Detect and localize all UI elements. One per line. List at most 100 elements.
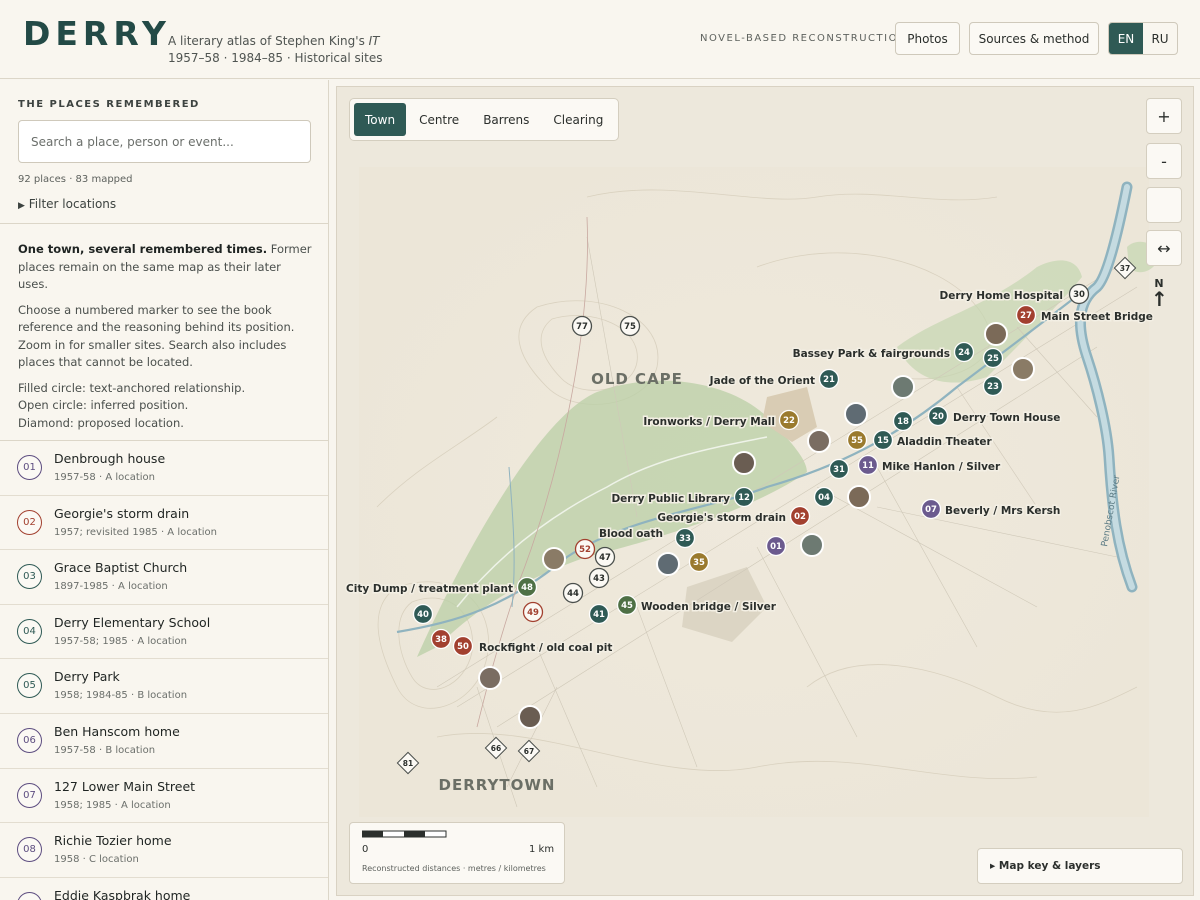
photo-thumbnail[interactable] (891, 375, 915, 399)
map-marker-49[interactable]: 49 (522, 601, 544, 623)
tab-town[interactable]: Town (354, 103, 407, 136)
map-marker-04[interactable]: 04 (813, 486, 835, 508)
photos-button[interactable]: Photos (895, 22, 960, 55)
marker-number: 38 (435, 635, 447, 645)
list-item[interactable]: 06 Ben Hanscom home 1957-58 · B location (0, 714, 328, 769)
map-marker-50[interactable]: 50 (452, 635, 474, 657)
map-marker-18[interactable]: 18 (892, 410, 914, 432)
place-label-townhouse[interactable]: Derry Town House (953, 412, 1060, 424)
photo-thumbnail[interactable] (800, 533, 824, 557)
lang-en-button[interactable]: EN (1109, 23, 1143, 54)
map-marker-25[interactable]: 25 (982, 347, 1004, 369)
map-marker-01[interactable]: 01 (765, 535, 787, 557)
map-marker-31[interactable]: 31 (828, 458, 850, 480)
sources-button[interactable]: Sources & method (969, 22, 1099, 55)
marker-number: 07 (925, 505, 937, 515)
map-marker-47[interactable]: 47 (594, 546, 616, 568)
map-marker-41[interactable]: 41 (588, 603, 610, 625)
photo-thumbnail[interactable] (984, 322, 1008, 346)
search-input[interactable] (18, 120, 311, 163)
tab-barrens[interactable]: Barrens (472, 103, 540, 136)
map-marker-40[interactable]: 40 (412, 603, 434, 625)
list-item[interactable]: Eddie Kaspbrak home (0, 878, 328, 900)
map-marker-43[interactable]: 43 (588, 567, 610, 589)
photo-thumbnail[interactable] (844, 402, 868, 426)
fit-extent-button[interactable]: ↔ (1146, 230, 1182, 266)
map-marker-45[interactable]: 45 (616, 594, 638, 616)
place-label-hanlon[interactable]: Mike Hanlon / Silver (882, 461, 1001, 473)
map-marker-52[interactable]: 52 (574, 538, 596, 560)
photo-thumbnail[interactable] (518, 705, 542, 729)
map-marker-11[interactable]: 11 (857, 454, 879, 476)
place-label-rockfight[interactable]: Rockfight / old coal pit (479, 642, 612, 654)
photo-thumbnail[interactable] (542, 547, 566, 571)
marker-number: 44 (567, 589, 579, 599)
map-marker-22[interactable]: 22 (778, 409, 800, 431)
list-item[interactable]: 03 Grace Baptist Church 1897-1985 · A loca… (0, 550, 328, 605)
map-marker-55[interactable]: 55 (846, 429, 868, 451)
place-label-bassey[interactable]: Bassey Park & fairgrounds (793, 348, 950, 360)
map-marker-20[interactable]: 20 (927, 405, 949, 427)
tab-centre[interactable]: Centre (408, 103, 470, 136)
map-marker-30[interactable]: 30 (1068, 283, 1090, 305)
photo-thumbnail[interactable] (478, 666, 502, 690)
map-marker-44[interactable]: 44 (562, 582, 584, 604)
place-label-beverly[interactable]: Beverly / Mrs Kersh (945, 505, 1060, 517)
place-label-hospital[interactable]: Derry Home Hospital (940, 290, 1063, 302)
zoom-in-button[interactable]: + (1146, 98, 1182, 134)
marker-number: 30 (1073, 290, 1085, 300)
app-tagline: A literary atlas of Stephen King's IT 19… (168, 33, 382, 67)
photo-thumbnail[interactable] (847, 485, 871, 509)
place-label-oath[interactable]: Blood oath (599, 528, 663, 540)
list-item[interactable]: 08 Richie Tozier home 1958 · C location (0, 823, 328, 878)
scale-km: 1 km (529, 844, 555, 855)
blank-button[interactable] (1146, 187, 1182, 223)
place-label-aladdin[interactable]: Aladdin Theater (897, 436, 993, 448)
map-marker-27[interactable]: 27 (1015, 304, 1037, 326)
map-marker-12[interactable]: 12 (733, 486, 755, 508)
map-marker-77[interactable]: 77 (571, 315, 593, 337)
list-item[interactable]: 07 127 Lower Main Street 1958; 1985 · A lo… (0, 769, 328, 824)
place-label-library[interactable]: Derry Public Library (611, 493, 730, 505)
place-label-dump[interactable]: City Dump / treatment plant (346, 583, 513, 595)
map-canvas[interactable]: OLD CAPE DERRYTOWN Penobscot River 30372… (337, 87, 1194, 896)
marker-number: 55 (851, 436, 863, 446)
tab-clearing[interactable]: Clearing (542, 103, 614, 136)
map-marker-75[interactable]: 75 (619, 315, 641, 337)
map-marker-48[interactable]: 48 (516, 576, 538, 598)
list-item[interactable]: 01 Denbrough house 1957-58 · A location (0, 441, 328, 496)
photo-thumbnail[interactable] (732, 451, 756, 475)
place-label-jade[interactable]: Jade of the Orient (709, 375, 815, 387)
filter-toggle[interactable]: ▶ Filter locations (18, 197, 116, 211)
map-key-button[interactable]: ▸ Map key & layers (977, 848, 1183, 884)
photo-thumbnail[interactable] (656, 552, 680, 576)
list-item[interactable]: 05 Derry Park 1958; 1984-85 · B location (0, 659, 328, 714)
map-marker-38[interactable]: 38 (430, 628, 452, 650)
map-marker-24[interactable]: 24 (953, 341, 975, 363)
marker-number: 40 (417, 610, 429, 620)
place-label-drain[interactable]: Georgie's storm drain (657, 512, 786, 524)
photo-thumbnail[interactable] (807, 429, 831, 453)
map-marker-02[interactable]: 02 (789, 505, 811, 527)
place-label-ironworks[interactable]: Ironworks / Derry Mall (643, 416, 775, 428)
place-name: 127 Lower Main Street (54, 778, 196, 794)
app-logo[interactable]: DERRY (23, 14, 171, 53)
list-item[interactable]: 02 Georgie's storm drain 1957; revisited 1… (0, 496, 328, 551)
intro-text: One town, several remembered times. Form… (18, 241, 314, 440)
place-label-mainst[interactable]: Main Street Bridge (1041, 311, 1153, 323)
marker-number: 15 (877, 436, 889, 446)
list-item[interactable]: 04 Derry Elementary School 1957-58; 1985 ·… (0, 605, 328, 660)
map-marker-21[interactable]: 21 (818, 368, 840, 390)
map-marker-35[interactable]: 35 (688, 551, 710, 573)
map-marker-07[interactable]: 07 (920, 498, 942, 520)
place-label-bridge[interactable]: Wooden bridge / Silver (641, 601, 777, 613)
zoom-out-button[interactable]: - (1146, 143, 1182, 179)
map-panel[interactable]: OLD CAPE DERRYTOWN Penobscot River 30 37 2… (336, 86, 1194, 896)
intro-instructions: Choose a numbered marker to see the book… (18, 302, 295, 370)
lang-ru-button[interactable]: RU (1143, 23, 1177, 54)
tagline-italic: IT (368, 34, 380, 48)
map-marker-23[interactable]: 23 (982, 375, 1004, 397)
map-marker-15[interactable]: 15 (872, 429, 894, 451)
photo-thumbnail[interactable] (1011, 357, 1035, 381)
map-marker-33[interactable]: 33 (674, 527, 696, 549)
